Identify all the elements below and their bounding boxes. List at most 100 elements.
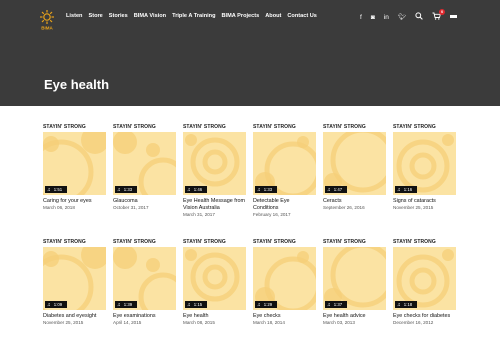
pattern-circle (43, 136, 59, 152)
episode-title[interactable]: Diabetes and eyesight (43, 313, 106, 320)
facebook-icon[interactable]: f (360, 14, 362, 22)
episode-title[interactable]: Ceracts (323, 198, 386, 205)
episode-date: March 03, 2013 (323, 320, 355, 325)
episode-card[interactable]: STAYIN' STRONG ♫ 1:33 Detectable Eye Con… (253, 124, 316, 239)
episode-duration: 1:09 (53, 302, 63, 307)
episode-date: November 25, 2015 (393, 205, 434, 210)
episode-thumbnail[interactable]: ♫ 1:46 (183, 132, 246, 195)
episode-brand: STAYIN' STRONG (253, 239, 296, 245)
instagram-icon[interactable]: ◙ (371, 14, 375, 22)
episode-thumbnail[interactable]: ♫ 1:33 (253, 132, 316, 195)
duration-badge: ♫ 1:15 (185, 301, 207, 308)
music-note-icon: ♫ (47, 301, 51, 308)
pattern-circle (396, 254, 450, 308)
episode-card[interactable]: STAYIN' STRONG ♫ 1:16 Signs of cataracts… (393, 124, 456, 239)
episode-brand: STAYIN' STRONG (43, 239, 86, 245)
episode-card[interactable]: STAYIN' STRONG ♫ 1:33 Glaucoma October 3… (113, 124, 176, 239)
music-note-icon: ♫ (327, 301, 331, 308)
episode-card[interactable]: STAYIN' STRONG ♫ 1:51 Caring for your ey… (43, 124, 106, 239)
episode-brand: STAYIN' STRONG (323, 239, 366, 245)
episode-card[interactable]: STAYIN' STRONG ♫ 1:18 Eye checks for dia… (393, 239, 456, 348)
episode-title[interactable]: Eye checks (253, 313, 316, 320)
pattern-circle (297, 251, 309, 263)
nav-listen[interactable]: Listen (66, 13, 82, 19)
nav-bima-vision[interactable]: BIMA Vision (134, 13, 166, 19)
nav-store[interactable]: Store (88, 13, 102, 19)
music-note-icon: ♫ (117, 301, 121, 308)
episode-thumbnail[interactable]: ♫ 1:39 (113, 247, 176, 310)
episode-title[interactable]: Detectable Eye Conditions (253, 198, 316, 212)
duration-badge: ♫ 1:39 (115, 301, 137, 308)
episode-card[interactable]: STAYIN' STRONG ♫ 1:15 Eye health March 0… (183, 239, 246, 348)
episode-card[interactable]: STAYIN' STRONG ♫ 1:47 Ceracts September … (323, 124, 386, 239)
duration-badge: ♫ 1:18 (395, 301, 417, 308)
episode-thumbnail[interactable]: ♫ 1:51 (43, 132, 106, 195)
episode-date: December 16, 2012 (393, 320, 434, 325)
duration-badge: ♫ 1:37 (325, 301, 347, 308)
episode-date: April 14, 2015 (113, 320, 142, 325)
music-note-icon: ♫ (397, 186, 401, 193)
episode-thumbnail[interactable]: ♫ 1:37 (323, 247, 386, 310)
linkedin-icon[interactable]: in (384, 14, 389, 22)
episode-date: November 25, 2015 (43, 320, 84, 325)
episode-title[interactable]: Signs of cataracts (393, 198, 456, 205)
episode-brand: STAYIN' STRONG (323, 124, 366, 130)
pattern-circle (113, 247, 137, 269)
episode-thumbnail[interactable]: ♫ 1:47 (323, 132, 386, 195)
episode-title[interactable]: Eye checks for diabetes (393, 313, 456, 320)
episode-thumbnail[interactable]: ♫ 1:15 (183, 247, 246, 310)
pattern-circle (43, 251, 59, 267)
nav-stories[interactable]: Stories (109, 13, 128, 19)
duration-badge: ♫ 1:47 (325, 186, 347, 193)
episode-title[interactable]: Eye health (183, 313, 246, 320)
music-note-icon: ♫ (327, 186, 331, 193)
episode-title[interactable]: Caring for your eyes (43, 198, 106, 205)
episode-brand: STAYIN' STRONG (43, 124, 86, 130)
episode-card[interactable]: STAYIN' STRONG ♫ 1:09 Diabetes and eyesi… (43, 239, 106, 348)
episode-brand: STAYIN' STRONG (393, 124, 436, 130)
episode-date: March 06, 2018 (43, 205, 75, 210)
episode-thumbnail[interactable]: ♫ 1:09 (43, 247, 106, 310)
pattern-circle (202, 264, 228, 290)
cart-icon[interactable]: 0 (432, 9, 446, 23)
episode-date: September 26, 2016 (323, 205, 365, 210)
nav-triple-a-training[interactable]: Triple A Training (172, 13, 215, 19)
twitter-icon[interactable]: 🐦︎ (398, 14, 406, 22)
duration-badge: ♫ 1:51 (45, 186, 67, 193)
episode-title[interactable]: Eye health advice (323, 313, 386, 320)
episode-date: February 16, 2017 (253, 212, 291, 217)
episode-card[interactable]: STAYIN' STRONG ♫ 1:37 Eye health advice … (323, 239, 386, 348)
duration-badge: ♫ 1:16 (395, 186, 417, 193)
episode-date: March 18, 2014 (253, 320, 285, 325)
episode-date: March 31, 2017 (183, 212, 215, 217)
search-icon[interactable] (415, 12, 423, 23)
pattern-circle (190, 252, 240, 302)
episode-brand: STAYIN' STRONG (113, 239, 156, 245)
pattern-circle (138, 157, 176, 195)
pattern-circle (190, 137, 240, 187)
nav-contact-us[interactable]: Contact Us (287, 13, 317, 19)
episode-title[interactable]: Glaucoma (113, 198, 176, 205)
episode-duration: 1:29 (263, 302, 273, 307)
episode-card[interactable]: STAYIN' STRONG ♫ 1:29 Eye checks March 1… (253, 239, 316, 348)
episode-thumbnail[interactable]: ♫ 1:16 (393, 132, 456, 195)
episode-duration: 1:47 (333, 187, 343, 192)
music-note-icon: ♫ (117, 186, 121, 193)
menu-icon[interactable] (450, 14, 458, 21)
episode-title[interactable]: Eye Health Message from Vision Australia (183, 198, 246, 212)
episode-duration: 1:15 (193, 302, 203, 307)
episode-thumbnail[interactable]: ♫ 1:33 (113, 132, 176, 195)
bima-logo[interactable]: BIMA (37, 9, 57, 31)
nav-about[interactable]: About (265, 13, 281, 19)
duration-badge: ♫ 1:46 (185, 186, 207, 193)
pattern-circle (409, 267, 437, 295)
episode-card[interactable]: STAYIN' STRONG ♫ 1:46 Eye Health Message… (183, 124, 246, 239)
nav-bima-projects[interactable]: BIMA Projects (222, 13, 260, 19)
episode-grid: STAYIN' STRONG ♫ 1:51 Caring for your ey… (43, 124, 459, 348)
music-note-icon: ♫ (187, 301, 191, 308)
episode-brand: STAYIN' STRONG (183, 239, 226, 245)
episode-thumbnail[interactable]: ♫ 1:29 (253, 247, 316, 310)
episode-title[interactable]: Eye examinations (113, 313, 176, 320)
episode-thumbnail[interactable]: ♫ 1:18 (393, 247, 456, 310)
episode-card[interactable]: STAYIN' STRONG ♫ 1:39 Eye examinations A… (113, 239, 176, 348)
